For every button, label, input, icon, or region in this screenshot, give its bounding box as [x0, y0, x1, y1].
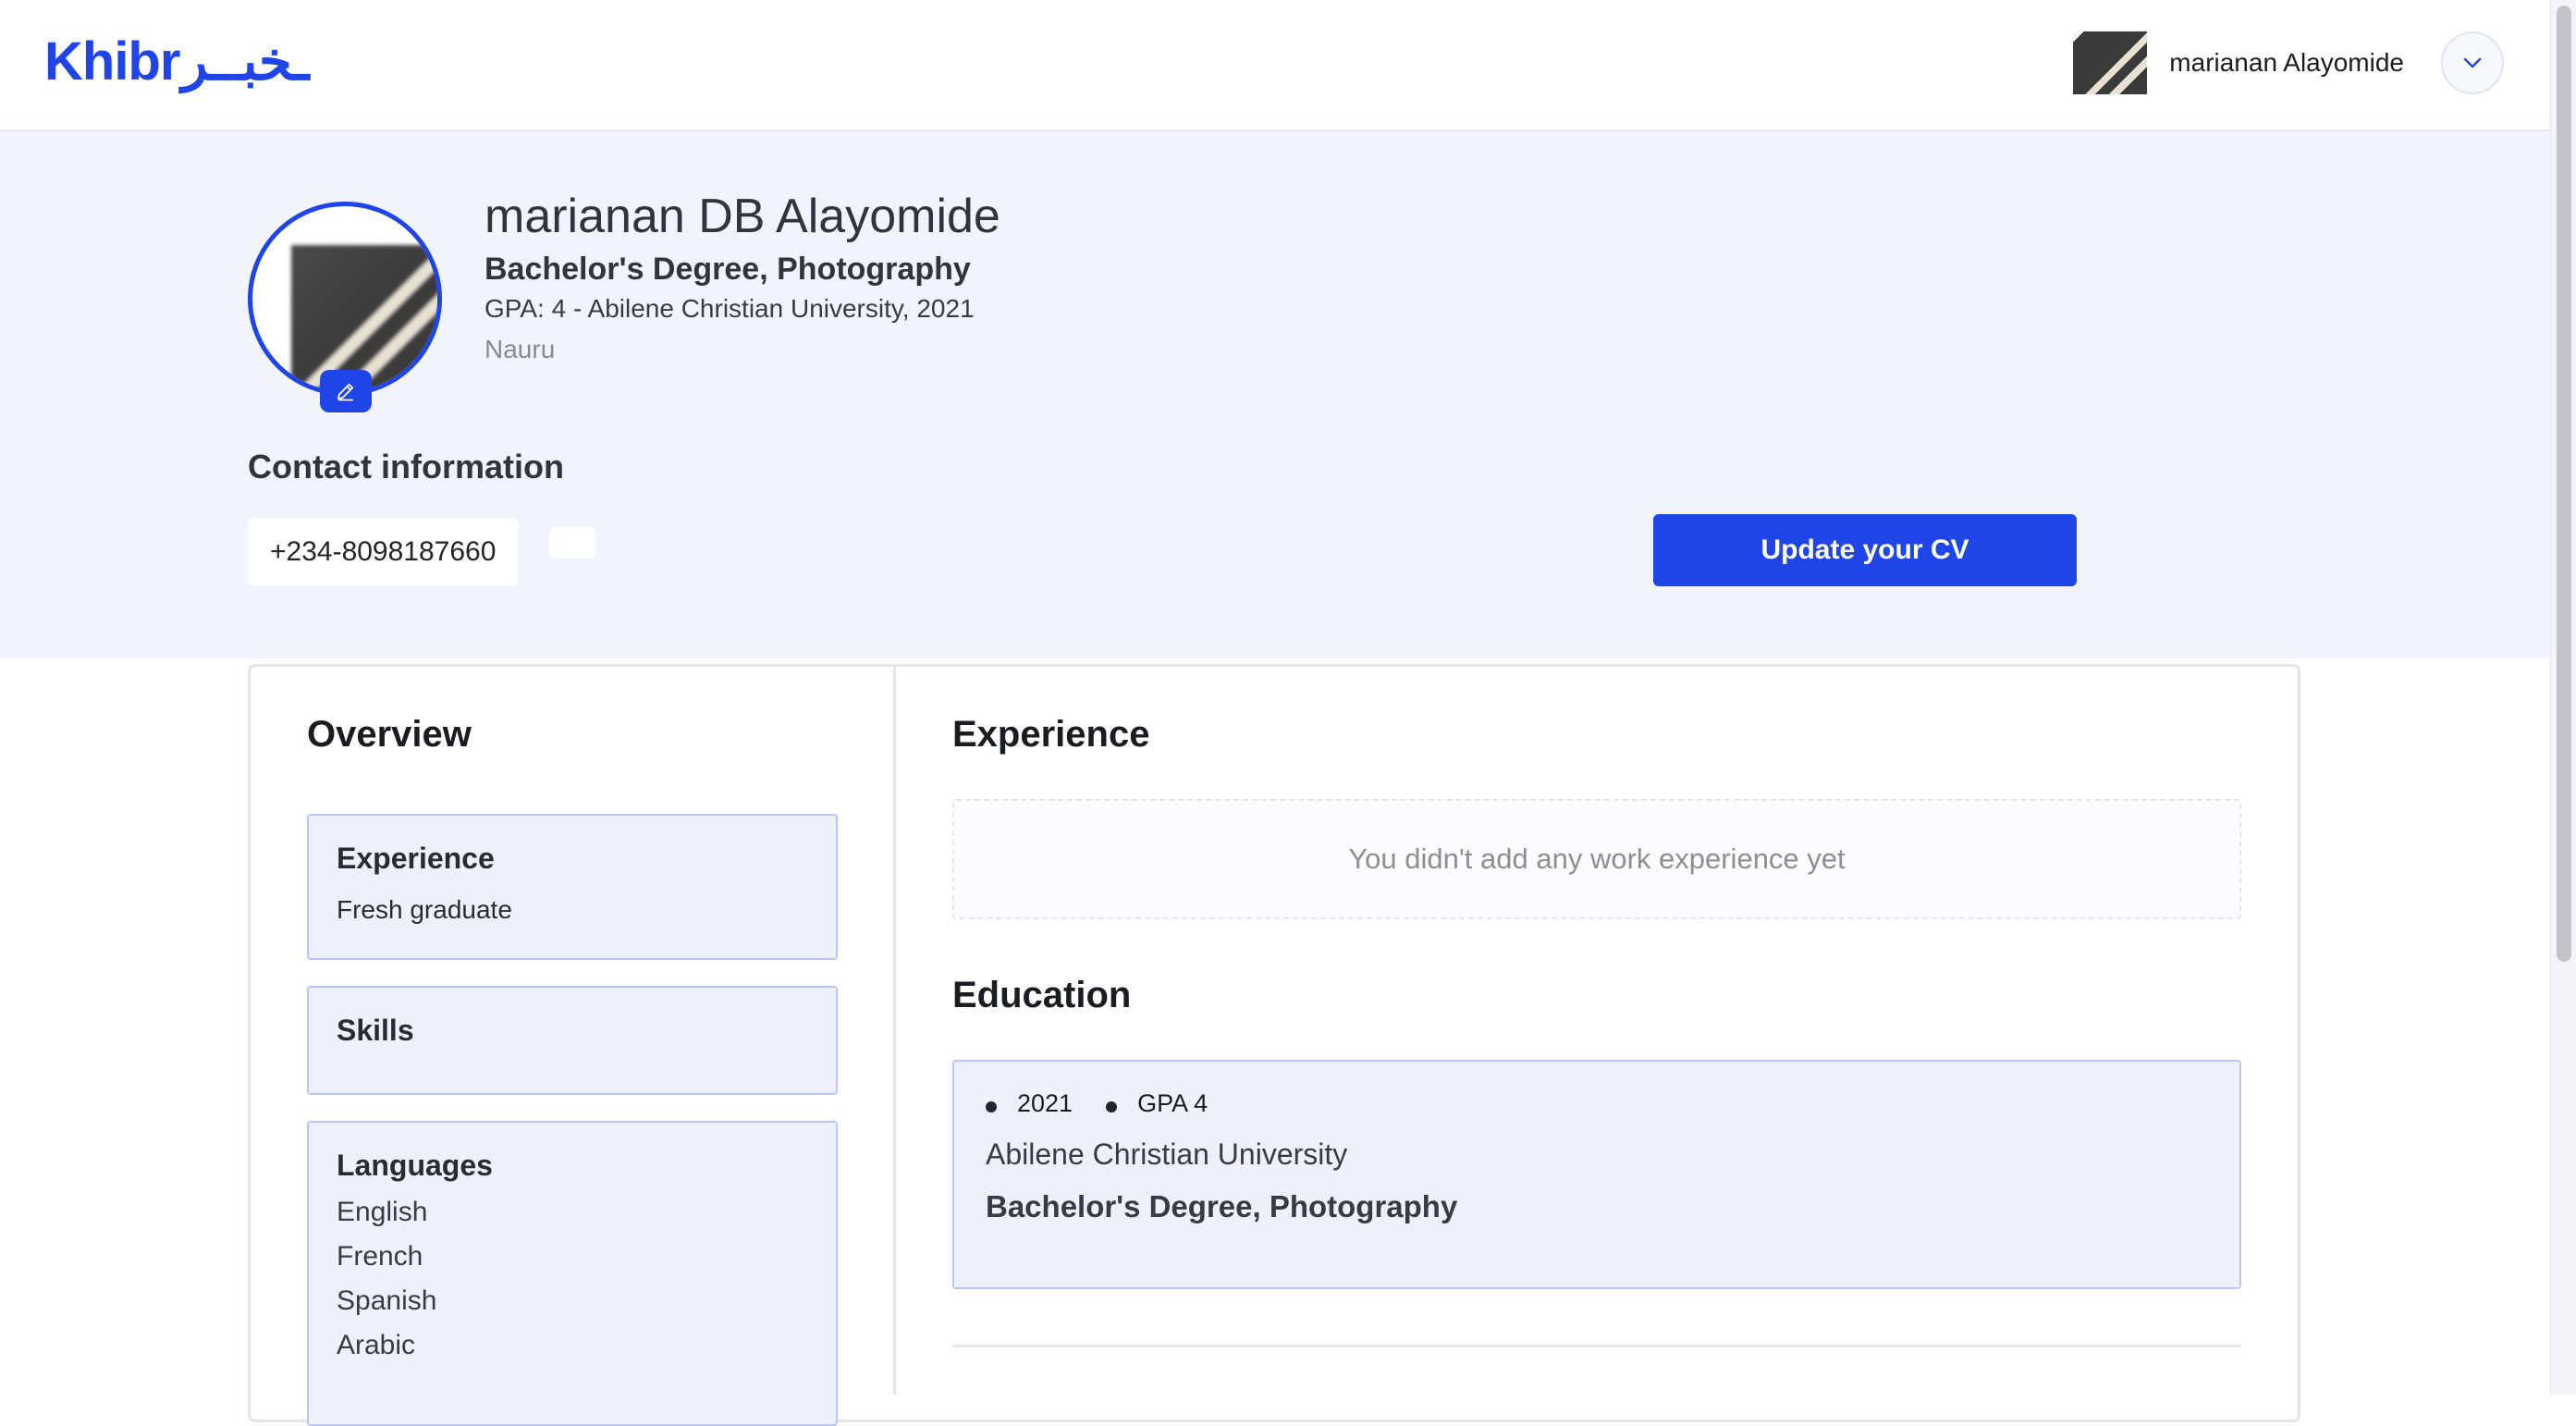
language-item: English	[337, 1197, 428, 1227]
language-item: Arabic	[337, 1330, 416, 1360]
edit-photo-button[interactable]	[320, 370, 372, 412]
language-item: Spanish	[337, 1285, 437, 1316]
page-scrollbar[interactable]	[2550, 0, 2576, 1395]
contact-information-heading: Contact information	[248, 448, 564, 486]
avatar[interactable]	[2073, 31, 2148, 94]
education-university: Abilene Christian University	[986, 1137, 1348, 1171]
empty-contact-chip	[549, 527, 595, 559]
education-year: 2021	[1017, 1089, 1073, 1117]
phone-number-chip: +234-8098187660	[248, 518, 519, 586]
section-divider	[952, 1345, 2241, 1347]
user-dropdown-button[interactable]	[2441, 31, 2504, 94]
pencil-icon	[337, 383, 354, 401]
user-menu: marianan Alayomide	[2073, 30, 2504, 96]
top-header: Khibr ـخبــر marianan Alayomide	[0, 0, 2550, 131]
overview-experience-value: Fresh graduate	[337, 895, 512, 924]
experience-heading: Experience	[952, 714, 1150, 755]
chevron-down-icon	[2463, 57, 2482, 68]
education-meta: 2021 GPA 4	[986, 1089, 1208, 1118]
header-user-name[interactable]: marianan Alayomide	[2169, 48, 2404, 78]
education-degree: Bachelor's Degree, Photography	[986, 1189, 1458, 1223]
logo-arabic-text: ـخبــر	[181, 31, 310, 92]
overview-skills-title: Skills	[337, 1014, 414, 1047]
experience-empty-state: You didn't add any work experience yet	[952, 799, 2241, 919]
scrollbar-thumb[interactable]	[2557, 6, 2571, 962]
profile-photo	[248, 202, 442, 396]
overview-experience-box: Experience Fresh graduate	[307, 814, 838, 960]
card-column-divider	[893, 664, 896, 1395]
khibra-logo[interactable]: Khibr ـخبــر	[44, 24, 309, 98]
overview-languages-box: Languages English French Spanish Arabic	[307, 1121, 838, 1426]
language-item: French	[337, 1241, 423, 1272]
update-cv-button[interactable]: Update your CV	[1653, 514, 2077, 586]
bullet-dot	[1106, 1100, 1118, 1113]
profile-name: marianan DB Alayomide	[485, 190, 1000, 243]
overview-heading: Overview	[307, 714, 472, 755]
logo-latin-text: Khibr	[44, 31, 180, 92]
education-gpa: GPA 4	[1137, 1089, 1208, 1117]
bullet-dot	[986, 1100, 997, 1113]
overview-languages-title: Languages	[337, 1149, 493, 1182]
overview-experience-title: Experience	[337, 842, 495, 875]
education-heading: Education	[952, 975, 1132, 1015]
profile-gpa-line: GPA: 4 - Abilene Christian University, 2…	[485, 294, 975, 323]
education-entry: 2021 GPA 4 Abilene Christian University …	[952, 1060, 2241, 1289]
profile-degree: Bachelor's Degree, Photography	[485, 252, 971, 287]
profile-country: Nauru	[485, 335, 556, 363]
overview-skills-box: Skills	[307, 986, 838, 1095]
